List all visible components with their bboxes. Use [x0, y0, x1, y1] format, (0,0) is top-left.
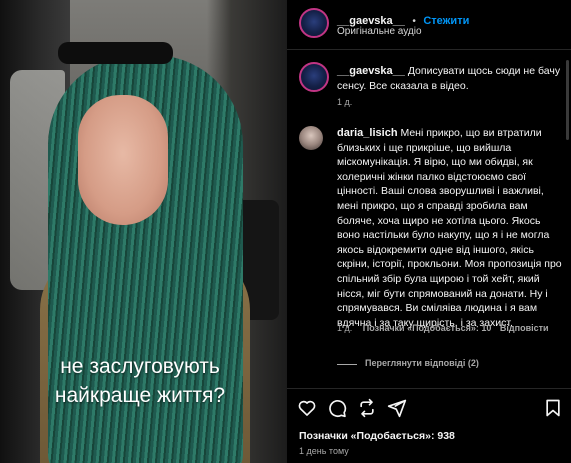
author-avatar[interactable]	[299, 8, 329, 38]
caption-line-1: не заслуговують	[60, 355, 220, 378]
user-comment: daria_lisich Мені прикро, що ви втратили…	[337, 126, 563, 330]
author-comment: __gaevska__ Дописувати щось сюди не бачу…	[337, 64, 563, 93]
replies-line	[337, 364, 357, 365]
audio-label[interactable]: Оригінальне аудіо	[337, 26, 422, 37]
caption-line-2: найкраще життя?	[54, 384, 226, 407]
commenter-avatar[interactable]	[299, 126, 323, 150]
post-header: __gaevska__ • Стежити Оригінальне аудіо	[287, 0, 571, 50]
commenter-username[interactable]: daria_lisich	[337, 127, 398, 139]
share-icon[interactable]	[387, 398, 407, 418]
face	[78, 95, 168, 225]
author-comment-age: 1 д.	[337, 97, 353, 107]
comment-icon[interactable]	[327, 398, 347, 418]
comment-age: 1 д.	[337, 323, 353, 333]
video-player[interactable]: не заслуговують найкраще життя?	[0, 0, 287, 463]
repost-icon[interactable]	[357, 398, 377, 418]
comment-likes[interactable]: Позначки «Подобається»: 10	[363, 323, 492, 333]
follow-button[interactable]: Стежити	[423, 15, 469, 27]
post-likes[interactable]: Позначки «Подобається»: 938	[299, 430, 455, 442]
post-viewer: не заслуговують найкраще життя? __gaevsk…	[0, 0, 571, 463]
comments-scrollbar[interactable]	[566, 60, 569, 140]
video-caption-overlay: не заслуговують найкраще життя?	[30, 352, 250, 410]
heart-icon[interactable]	[297, 398, 317, 418]
author-comment-username[interactable]: __gaevska__	[337, 65, 405, 77]
reply-button[interactable]: Відповісти	[500, 323, 549, 333]
actions-divider	[287, 388, 571, 389]
post-side-panel: __gaevska__ • Стежити Оригінальне аудіо …	[287, 0, 571, 463]
comment-meta: 1 д. Позначки «Подобається»: 10 Відповіс…	[337, 323, 549, 333]
author-comment-avatar[interactable]	[299, 62, 329, 92]
post-date[interactable]: 1 день тому	[299, 446, 349, 456]
bookmark-icon[interactable]	[543, 398, 563, 418]
action-bar	[287, 392, 571, 422]
comment-text: Мені прикро, що ви втратили близьких і щ…	[337, 127, 562, 329]
sunglasses	[58, 42, 173, 64]
view-replies-button[interactable]: Переглянути відповіді (2)	[365, 358, 479, 368]
